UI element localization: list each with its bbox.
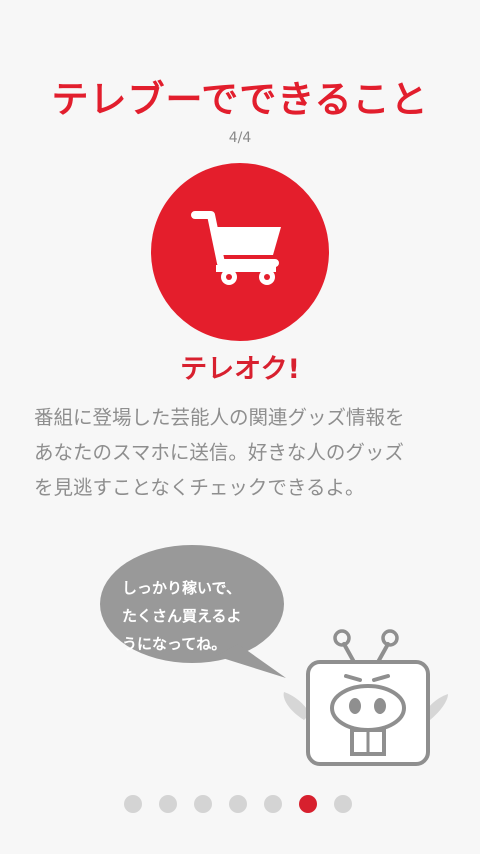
pagination-dot-active[interactable] [299, 795, 317, 813]
pagination-dot[interactable] [194, 795, 212, 813]
pagination-dot[interactable] [124, 795, 142, 813]
hippo-mascot-icon [283, 629, 448, 766]
page-title: テレブーでできること [51, 78, 429, 121]
speech-bubble: しっかり稼いで、 たくさん買えるよ うになってね。 [98, 544, 288, 678]
feature-icon-circle [151, 163, 329, 341]
pagination-dot[interactable] [159, 795, 177, 813]
pagination-dot[interactable] [334, 795, 352, 813]
feature-description: 番組に登場した芸能人の関連グッズ情報を あなたのスマホに送信。好きな人のグッズ … [34, 406, 405, 499]
page-counter: 4/4 [228, 130, 252, 146]
pagination-dot[interactable] [264, 795, 282, 813]
speech-bubble-text: しっかり稼いで、 たくさん買えるよ うになってね。 [122, 579, 242, 653]
pagination-dots [124, 795, 352, 813]
pagination-dot[interactable] [229, 795, 247, 813]
shopping-cart-icon [191, 211, 281, 285]
feature-title: テレオク! [180, 354, 300, 385]
